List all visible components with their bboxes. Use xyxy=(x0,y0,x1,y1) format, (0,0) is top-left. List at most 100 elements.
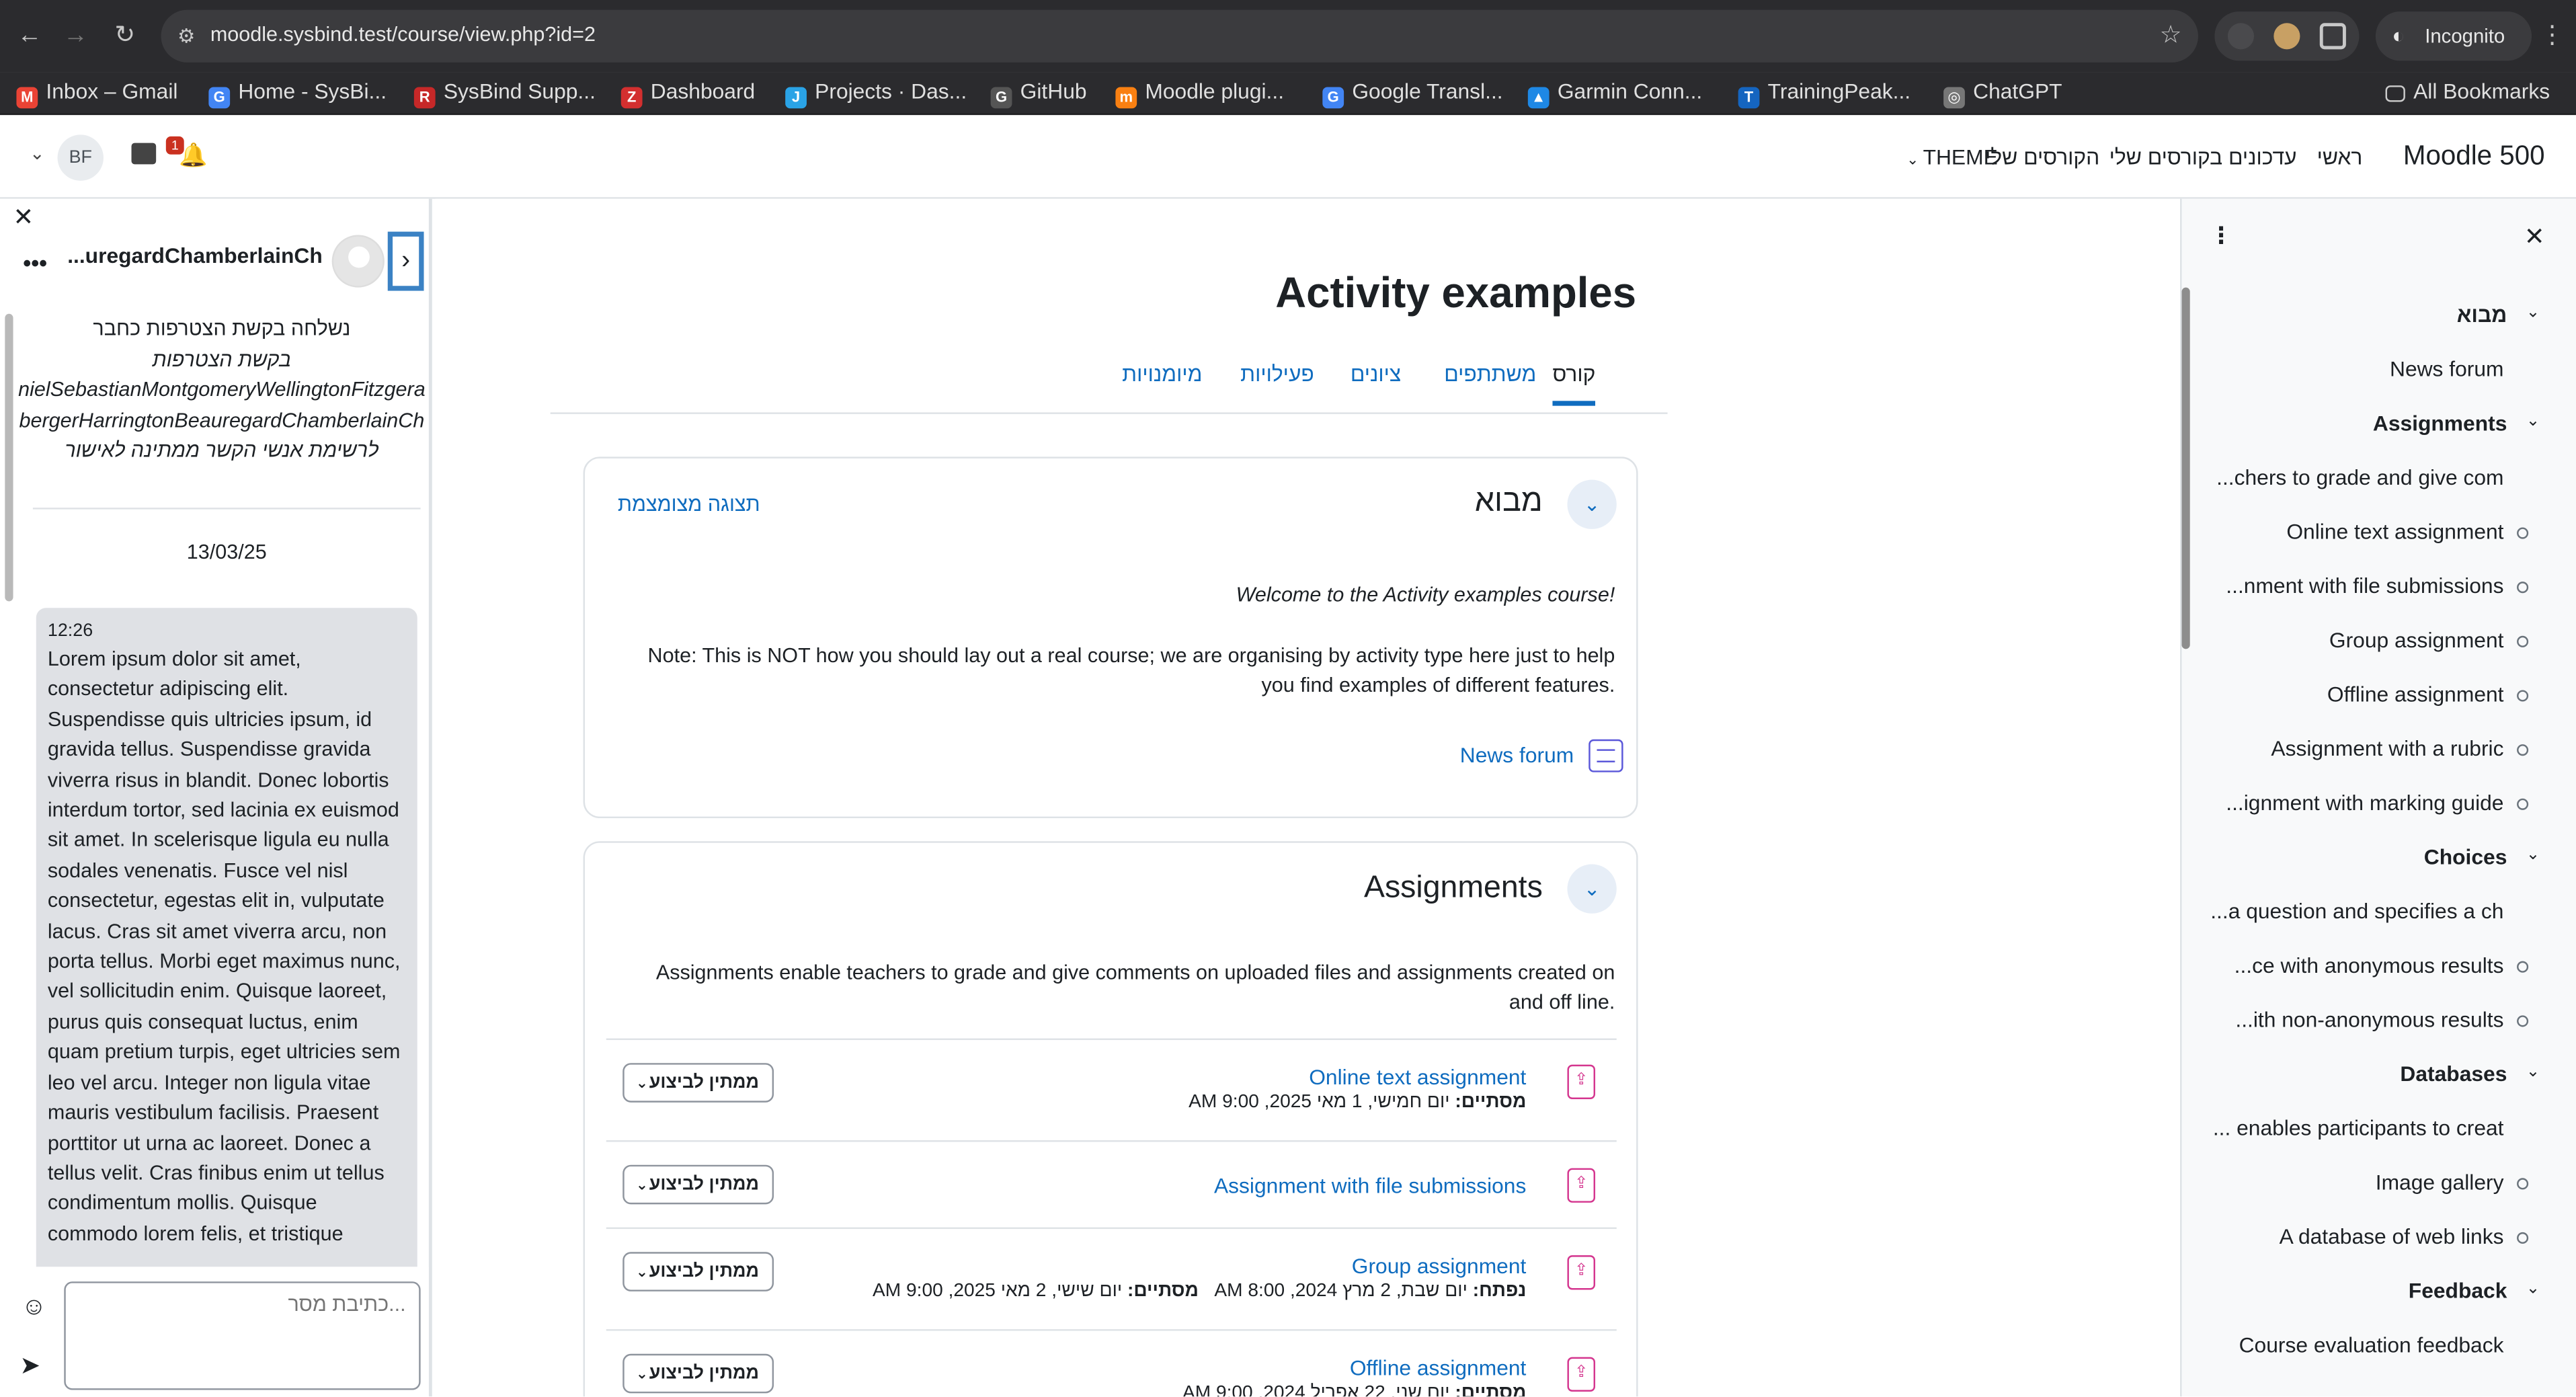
bookmark-item[interactable]: m Moodle plugi... xyxy=(1115,75,1284,109)
message-time: 12:26 xyxy=(47,621,93,641)
forum-icon xyxy=(1588,739,1623,772)
bookmark-favicon-icon: G xyxy=(208,87,231,109)
all-bookmarks[interactable]: All Bookmarks xyxy=(2385,75,2550,108)
send-icon[interactable]: ➤ xyxy=(19,1351,40,1380)
course-index-section[interactable]: Choices xyxy=(2424,844,2507,869)
bookmark-item[interactable]: ◎ ChatGPT xyxy=(1943,75,2062,109)
bookmark-item[interactable]: Z Dashboard xyxy=(620,75,755,109)
course-index-item[interactable]: ...ce with anonymous results xyxy=(2235,953,2504,977)
chevron-down-icon[interactable]: ⌄ xyxy=(1567,864,1617,914)
url-text[interactable]: moodle.sysbind.test/course/view.php?id=2 xyxy=(210,23,596,46)
tab-activities[interactable]: פעילויות xyxy=(1240,362,1314,387)
bookmark-item[interactable]: J Projects · Das... xyxy=(785,75,967,109)
completion-circle-icon xyxy=(2517,1232,2529,1244)
course-index-item[interactable]: ...chers to grade and give com xyxy=(2216,465,2503,490)
course-index-section[interactable]: Feedback xyxy=(2409,1278,2507,1303)
contact-avatar[interactable] xyxy=(331,235,385,288)
course-index-item[interactable]: Offline assignment xyxy=(2327,682,2504,707)
bell-icon[interactable]: 🔔 xyxy=(179,141,208,169)
messages-scrollbar[interactable] xyxy=(5,313,13,602)
course-index-item[interactable]: A database of web links xyxy=(2280,1224,2504,1249)
course-index-section[interactable]: Databases xyxy=(2400,1062,2507,1086)
completion-status-button[interactable]: ⌄ ממתין לביצוע xyxy=(622,1063,774,1103)
forward-icon[interactable]: → xyxy=(59,19,92,52)
activity-row: ⇪ Offline assignment מסתיים: יום שני, 22… xyxy=(606,1329,1617,1396)
course-index-section[interactable]: Assignments xyxy=(2373,411,2507,436)
tab-participants[interactable]: משתתפים xyxy=(1444,362,1536,387)
course-index-item[interactable]: Course evaluation feedback xyxy=(2239,1332,2504,1357)
course-index-item[interactable]: ... enables participants to creat xyxy=(2213,1115,2504,1140)
contact-name[interactable]: ...uregardChamberlainCh xyxy=(67,243,323,268)
bookmark-item[interactable]: G Google Transl... xyxy=(1322,75,1503,109)
close-drawer-icon[interactable]: ✕ xyxy=(2524,222,2545,251)
course-index-scrollbar[interactable] xyxy=(2181,287,2190,649)
completion-status-button[interactable]: ⌄ ממתין לביצוע xyxy=(622,1353,774,1394)
activity-link[interactable]: Group assignment xyxy=(1352,1254,1527,1279)
tab-grades[interactable]: ציונים xyxy=(1351,362,1401,387)
nav-home[interactable]: ראשי xyxy=(2317,145,2363,169)
completion-status-button[interactable]: ⌄ ממתין לביצוע xyxy=(622,1252,774,1291)
browser-menu-icon[interactable]: ⋮ xyxy=(2540,19,2565,50)
extensions-puzzle-icon[interactable] xyxy=(2319,23,2346,50)
conversation-menu-icon[interactable]: ••• xyxy=(23,249,47,276)
bookmark-item[interactable]: M Inbox – Gmail xyxy=(16,75,177,109)
message-bubble[interactable]: 12:26 Lorem ipsum dolor sit amet, consec… xyxy=(36,608,417,1298)
completion-status-button[interactable]: ⌄ ממתין לביצוע xyxy=(622,1164,774,1205)
course-index-section[interactable]: מבוא xyxy=(2457,303,2507,327)
course-index-item[interactable]: ...nment with file submissions xyxy=(2226,573,2503,598)
back-icon[interactable]: ← xyxy=(13,19,46,52)
chevron-right-icon[interactable]: › xyxy=(387,231,424,291)
extension-flame-icon[interactable] xyxy=(2227,23,2255,50)
bookmark-favicon-icon: Z xyxy=(620,87,643,109)
activity-row: ⇪ Group assignment נפתח: יום שבת, 2 מרץ … xyxy=(606,1227,1617,1330)
course-index-item[interactable]: Group assignment xyxy=(2329,628,2504,653)
bookmark-item[interactable]: T TrainingPeak... xyxy=(1738,75,1910,109)
activity-link[interactable]: Online text assignment xyxy=(1309,1065,1526,1090)
notice-line: נשלחה בקשת הצטרפות כחבר xyxy=(93,317,351,340)
close-drawer-icon[interactable]: ✕ xyxy=(13,202,34,232)
message-input[interactable] xyxy=(64,1281,421,1390)
incognito-badge[interactable]: ◐ Incognito xyxy=(2375,11,2532,61)
chevron-down-icon[interactable]: ⌄ xyxy=(2526,412,2540,430)
emoji-icon[interactable]: ☺ xyxy=(22,1293,46,1321)
user-menu-chevron-icon[interactable]: ⌄ xyxy=(30,143,45,164)
collapse-all-link[interactable]: תצוגה מצומצמת xyxy=(618,493,760,516)
chevron-down-icon[interactable]: ⌄ xyxy=(2526,846,2540,865)
site-info-icon[interactable]: ⚙ xyxy=(177,25,195,48)
chevron-down-icon[interactable]: ⌄ xyxy=(1567,479,1617,529)
chevron-down-icon[interactable]: ⌄ xyxy=(2526,1063,2540,1081)
course-index-item[interactable]: Online text assignment xyxy=(2286,519,2503,544)
course-index-drawer: ⋮ ✕ מבוא ⌄ News forum Assignments ⌄ ...chers … xyxy=(2180,198,2576,1397)
chevron-down-icon[interactable]: ⌄ xyxy=(2526,1280,2540,1298)
course-index-item[interactable]: ...ith non-anonymous results xyxy=(2235,1007,2503,1032)
bookmark-item[interactable]: G GitHub xyxy=(990,75,1087,109)
course-index-item[interactable]: Image gallery xyxy=(2376,1170,2504,1195)
nav-theme[interactable]: ⌄ THEME xyxy=(1906,145,1998,169)
chevron-down-icon[interactable]: ⌄ xyxy=(2526,304,2540,322)
bookmark-item[interactable]: G Home - SysBi... xyxy=(208,75,387,109)
site-brand[interactable]: Moodle 500 xyxy=(2403,141,2545,172)
tab-course[interactable]: קורס xyxy=(1552,362,1596,406)
extension-icon[interactable] xyxy=(2273,23,2300,50)
news-forum-link[interactable]: News forum xyxy=(1460,739,1623,783)
nav-my-courses[interactable]: הקורסים שלי xyxy=(1985,145,2099,169)
course-index-item[interactable]: ...ignment with marking guide xyxy=(2226,791,2503,815)
activity-link[interactable]: Offline assignment xyxy=(1350,1355,1527,1380)
course-index-item[interactable]: ...a question and specifies a ch xyxy=(2210,899,2503,924)
address-bar[interactable]: ⚙ moodle.sysbind.test/course/view.php?id… xyxy=(161,9,2198,63)
course-index-menu-icon[interactable]: ⋮ xyxy=(2210,222,2232,250)
bookmark-item[interactable]: R SysBind Supp... xyxy=(413,75,596,109)
course-index-item[interactable]: Assignment with a rubric xyxy=(2271,736,2503,761)
activity-link[interactable]: Assignment with file submissions xyxy=(1214,1173,1526,1198)
tab-competencies[interactable]: מיומנויות xyxy=(1122,362,1202,387)
reload-icon[interactable]: ↻ xyxy=(108,19,141,52)
nav-course-updates[interactable]: עדכונים בקורסים שלי xyxy=(2109,145,2297,169)
bookmark-label: GitHub xyxy=(1020,79,1087,104)
messages-icon[interactable] xyxy=(131,143,157,165)
user-avatar[interactable]: BF xyxy=(57,134,104,181)
completion-circle-icon xyxy=(2517,582,2529,594)
course-index-item[interactable]: News forum xyxy=(2390,356,2504,381)
bookmark-label: Home - SysBi... xyxy=(238,79,387,104)
bookmark-star-icon[interactable]: ☆ xyxy=(2160,19,2182,50)
bookmark-item[interactable]: ▲ Garmin Conn... xyxy=(1527,75,1702,109)
